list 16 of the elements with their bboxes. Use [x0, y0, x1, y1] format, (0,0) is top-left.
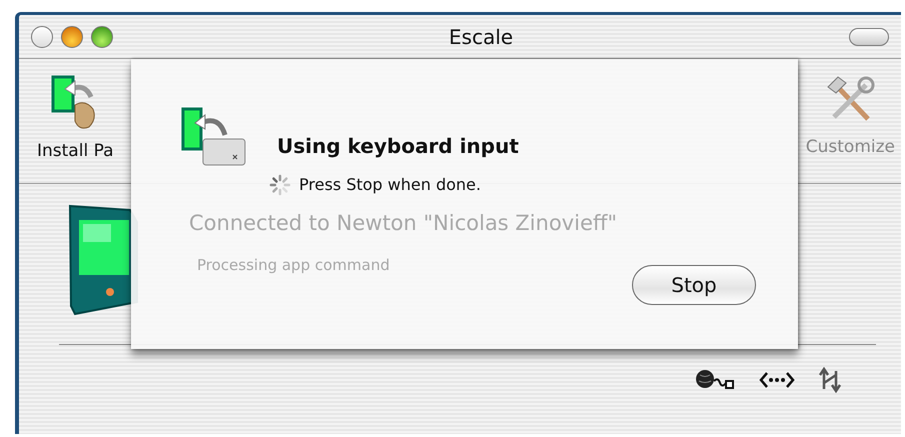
spinner-icon: [269, 174, 291, 196]
globe-plug-icon: [695, 369, 735, 391]
minimize-button[interactable]: [61, 26, 83, 48]
device-keyboard-icon: [181, 107, 247, 167]
close-button[interactable]: [31, 26, 53, 48]
connection-status: Connected to Newton "Nicolas Zinovieff": [189, 210, 617, 237]
sync-arrows-icon: [819, 367, 841, 393]
window-title: Escale: [448, 24, 514, 48]
toolbar-button[interactable]: Install Pa: [37, 139, 114, 164]
alert-title: Using keyboard input: [277, 133, 519, 160]
toolbar-toggle-button[interactable]: [849, 28, 889, 46]
stop-button[interactable]: Stop: [632, 265, 756, 305]
zoom-button[interactable]: [91, 26, 113, 48]
alert-message: Press Stop when done.: [299, 174, 481, 196]
status-detail: Processing app command: [197, 254, 391, 276]
connection-dots-icon: [759, 370, 795, 390]
